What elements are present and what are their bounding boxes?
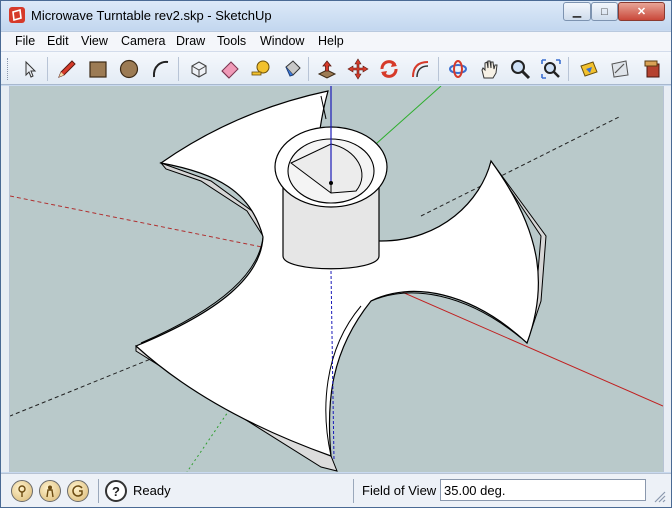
measurements-input[interactable] (440, 479, 646, 501)
extension-warehouse-icon[interactable] (638, 55, 665, 82)
rotate-icon[interactable] (375, 55, 402, 82)
toolbar-separator (308, 57, 309, 81)
resize-grip-icon[interactable] (651, 488, 667, 504)
geo-location-icon[interactable] (11, 480, 33, 502)
status-text: Ready (133, 483, 171, 498)
menu-bar: File Edit View Camera Draw Tools Window … (1, 31, 671, 51)
make-component-icon[interactable] (185, 55, 212, 82)
viewport-right-border (663, 86, 671, 472)
line-pencil-icon[interactable] (53, 55, 80, 82)
eraser-icon[interactable] (216, 55, 243, 82)
window-title: Microwave Turntable rev2.skp - SketchUp (31, 8, 272, 23)
menu-tools[interactable]: Tools (217, 34, 246, 48)
zoom-icon[interactable] (506, 55, 533, 82)
menu-help[interactable]: Help (318, 34, 344, 48)
toolbar-separator (568, 57, 569, 81)
turntable-model-drawing[interactable] (10, 86, 663, 472)
warehouse-icon[interactable] (575, 55, 602, 82)
help-icon[interactable]: ? (105, 480, 127, 502)
status-bar: ? Ready Field of View (1, 473, 671, 507)
viewport-left-border (1, 86, 10, 472)
maximize-button[interactable]: □ (591, 2, 618, 21)
offset-icon[interactable] (406, 55, 433, 82)
tape-measure-icon[interactable] (247, 55, 274, 82)
close-button[interactable]: ✕ (618, 2, 665, 21)
move-icon[interactable] (344, 55, 371, 82)
black-dashed-guide (420, 115, 622, 217)
status-divider (98, 479, 99, 503)
select-icon[interactable] (16, 55, 43, 82)
arc-icon[interactable] (146, 55, 173, 82)
status-divider (353, 479, 354, 503)
paint-bucket-icon[interactable] (278, 55, 305, 82)
modeling-viewport[interactable] (10, 86, 663, 472)
menu-file[interactable]: File (15, 34, 35, 48)
orbit-icon[interactable] (444, 55, 471, 82)
sign-in-icon[interactable] (67, 480, 89, 502)
menu-window[interactable]: Window (260, 34, 304, 48)
toolbar-separator (47, 57, 48, 81)
push-pull-icon[interactable] (313, 55, 340, 82)
toolbar-separator (438, 57, 439, 81)
rectangle-icon[interactable] (84, 55, 111, 82)
origin-point (329, 181, 333, 185)
menu-camera[interactable]: Camera (121, 34, 165, 48)
title-bar[interactable]: Microwave Turntable rev2.skp - SketchUp … (1, 1, 671, 30)
circle-icon[interactable] (115, 55, 142, 82)
sketchup-window: Microwave Turntable rev2.skp - SketchUp … (0, 0, 672, 508)
toolbar (1, 51, 671, 85)
toolbar-grip[interactable] (7, 58, 10, 80)
credits-icon[interactable] (39, 480, 61, 502)
minimize-button[interactable]: ▁ (563, 2, 591, 21)
menu-view[interactable]: View (81, 34, 108, 48)
menu-edit[interactable]: Edit (47, 34, 69, 48)
measurements-label: Field of View (362, 483, 437, 498)
toolbar-separator (178, 57, 179, 81)
menu-draw[interactable]: Draw (176, 34, 205, 48)
zoom-extents-icon[interactable] (537, 55, 564, 82)
pan-icon[interactable] (475, 55, 502, 82)
sketchup-app-icon[interactable] (9, 7, 25, 23)
share-model-icon[interactable] (606, 55, 633, 82)
